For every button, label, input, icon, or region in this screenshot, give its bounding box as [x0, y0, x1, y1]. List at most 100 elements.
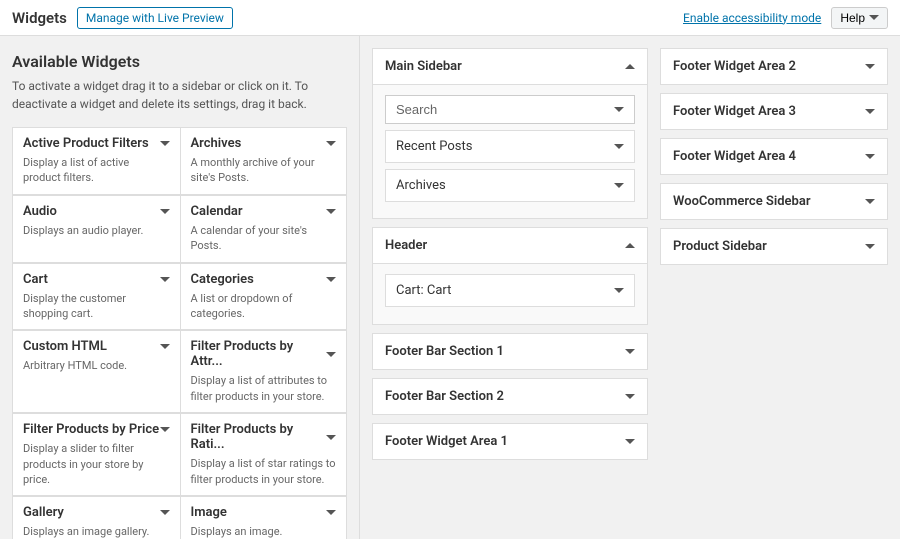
widget-item[interactable]: Image Displays an image.: [180, 496, 348, 539]
main-sidebar-header[interactable]: Main Sidebar: [373, 49, 647, 85]
recent-posts-label: Recent Posts: [396, 139, 472, 154]
top-bar-right: Enable accessibility mode Help: [683, 7, 888, 29]
widget-desc: Display a slider to filter products in y…: [23, 441, 170, 487]
chevron-down-icon: [865, 244, 875, 249]
main-sidebar-body: Recent Posts Archives: [373, 85, 647, 218]
right-panel: Main Sidebar Recent Posts: [360, 36, 900, 539]
accessibility-mode-link[interactable]: Enable accessibility mode: [683, 11, 821, 25]
widget-item[interactable]: Filter Products by Price Display a slide…: [12, 413, 180, 496]
chevron-down-icon: [326, 209, 336, 214]
widget-header: Active Product Filters: [23, 136, 170, 151]
chevron-down-icon: [614, 144, 624, 149]
widget-item[interactable]: Filter Products by Rati... Display a lis…: [180, 413, 348, 496]
main-layout: Available Widgets To activate a widget d…: [0, 36, 900, 539]
main-sidebar-label: Main Sidebar: [385, 59, 462, 74]
widget-item[interactable]: Gallery Displays an image gallery.: [12, 496, 180, 539]
footer-bar-section-2-area: Footer Bar Section 2: [372, 378, 648, 415]
widget-header: Categories: [191, 272, 337, 287]
widget-name: Calendar: [191, 204, 243, 219]
widget-desc: A calendar of your site's Posts.: [191, 223, 337, 254]
chevron-down-icon: [869, 15, 879, 20]
archives-widget: Archives: [385, 169, 635, 202]
footer-widget-area-3-header[interactable]: Footer Widget Area 3: [661, 94, 887, 129]
widget-desc: A list or dropdown of categories.: [191, 291, 337, 322]
available-widgets-description: To activate a widget drag it to a sideba…: [12, 77, 347, 113]
archives-label: Archives: [396, 178, 446, 193]
chevron-down-icon: [160, 344, 170, 349]
footer-widget-area-4-header[interactable]: Footer Widget Area 4: [661, 139, 887, 174]
cart-widget: Cart: Cart: [385, 274, 635, 307]
widget-name: Filter Products by Price: [23, 422, 159, 437]
widget-grid: Active Product Filters Display a list of…: [12, 127, 347, 539]
widget-name: Filter Products by Attr...: [191, 339, 327, 369]
recent-posts-header[interactable]: Recent Posts: [386, 131, 634, 162]
woocommerce-sidebar-header[interactable]: WooCommerce Sidebar: [661, 184, 887, 219]
top-bar-left: Widgets Manage with Live Preview: [12, 7, 233, 29]
footer-widget-area-4: Footer Widget Area 4: [660, 138, 888, 175]
footer-widget-area-1-label: Footer Widget Area 1: [385, 434, 508, 449]
widget-header: Filter Products by Price: [23, 422, 170, 437]
widget-header: Gallery: [23, 505, 170, 520]
widget-desc: Displays an image.: [191, 524, 337, 539]
cart-label: Cart: Cart: [396, 283, 451, 298]
widget-name: Audio: [23, 204, 57, 219]
chevron-up-icon: [625, 243, 635, 248]
cart-header[interactable]: Cart: Cart: [386, 275, 634, 306]
widget-header: Audio: [23, 204, 170, 219]
woocommerce-sidebar: WooCommerce Sidebar: [660, 183, 888, 220]
chevron-down-icon: [865, 64, 875, 69]
widget-header: Cart: [23, 272, 170, 287]
widget-item[interactable]: Audio Displays an audio player.: [12, 195, 180, 263]
widget-name: Filter Products by Rati...: [191, 422, 327, 452]
chevron-down-icon: [326, 277, 336, 282]
chevron-up-icon: [625, 64, 635, 69]
footer-widget-area-2-label: Footer Widget Area 2: [673, 59, 796, 74]
chevron-down-icon: [160, 277, 170, 282]
search-input[interactable]: [396, 102, 614, 117]
widget-item[interactable]: Archives A monthly archive of your site'…: [180, 127, 348, 195]
footer-widget-area-1-header[interactable]: Footer Widget Area 1: [373, 424, 647, 459]
widget-desc: A monthly archive of your site's Posts.: [191, 155, 337, 186]
help-button[interactable]: Help: [831, 7, 888, 29]
chevron-down-icon: [614, 107, 624, 112]
widget-desc: Display a list of star ratings to filter…: [191, 456, 337, 487]
header-area: Header Cart: Cart: [372, 227, 648, 325]
widget-header: Filter Products by Attr...: [191, 339, 337, 369]
footer-widget-area-2-header[interactable]: Footer Widget Area 2: [661, 49, 887, 84]
product-sidebar-label: Product Sidebar: [673, 239, 767, 254]
chevron-down-icon: [160, 427, 170, 432]
footer-widget-area-3-label: Footer Widget Area 3: [673, 104, 796, 119]
recent-posts-widget: Recent Posts: [385, 130, 635, 163]
search-widget[interactable]: [385, 95, 635, 124]
chevron-down-icon: [614, 183, 624, 188]
chevron-down-icon: [625, 349, 635, 354]
top-bar: Widgets Manage with Live Preview Enable …: [0, 0, 900, 36]
footer-bar-section-2-header[interactable]: Footer Bar Section 2: [373, 379, 647, 414]
widget-name: Gallery: [23, 505, 64, 520]
widget-item[interactable]: Active Product Filters Display a list of…: [12, 127, 180, 195]
widget-name: Cart: [23, 272, 48, 287]
product-sidebar: Product Sidebar: [660, 228, 888, 265]
widget-item[interactable]: Categories A list or dropdown of categor…: [180, 263, 348, 331]
header-area-header[interactable]: Header: [373, 228, 647, 264]
main-sidebar-area: Main Sidebar Recent Posts: [372, 48, 648, 219]
archives-header[interactable]: Archives: [386, 170, 634, 201]
header-area-body: Cart: Cart: [373, 264, 647, 324]
available-widgets-title: Available Widgets: [12, 52, 347, 71]
footer-bar-section-1-header[interactable]: Footer Bar Section 1: [373, 334, 647, 369]
footer-bar-section-1-label: Footer Bar Section 1: [385, 344, 504, 359]
widget-header: Archives: [191, 136, 337, 151]
widget-name: Image: [191, 505, 227, 520]
widget-item[interactable]: Cart Display the customer shopping cart.: [12, 263, 180, 331]
widget-item[interactable]: Calendar A calendar of your site's Posts…: [180, 195, 348, 263]
product-sidebar-header[interactable]: Product Sidebar: [661, 229, 887, 264]
chevron-down-icon: [326, 510, 336, 515]
widget-item[interactable]: Custom HTML Arbitrary HTML code.: [12, 330, 180, 413]
manage-live-preview-link[interactable]: Manage with Live Preview: [77, 7, 233, 29]
sidebar-areas: Main Sidebar Recent Posts: [360, 36, 660, 539]
widget-name: Archives: [191, 136, 242, 151]
widget-name: Active Product Filters: [23, 136, 149, 151]
widget-item[interactable]: Filter Products by Attr... Display a lis…: [180, 330, 348, 413]
chevron-down-icon: [160, 510, 170, 515]
widget-desc: Displays an image gallery.: [23, 524, 170, 539]
